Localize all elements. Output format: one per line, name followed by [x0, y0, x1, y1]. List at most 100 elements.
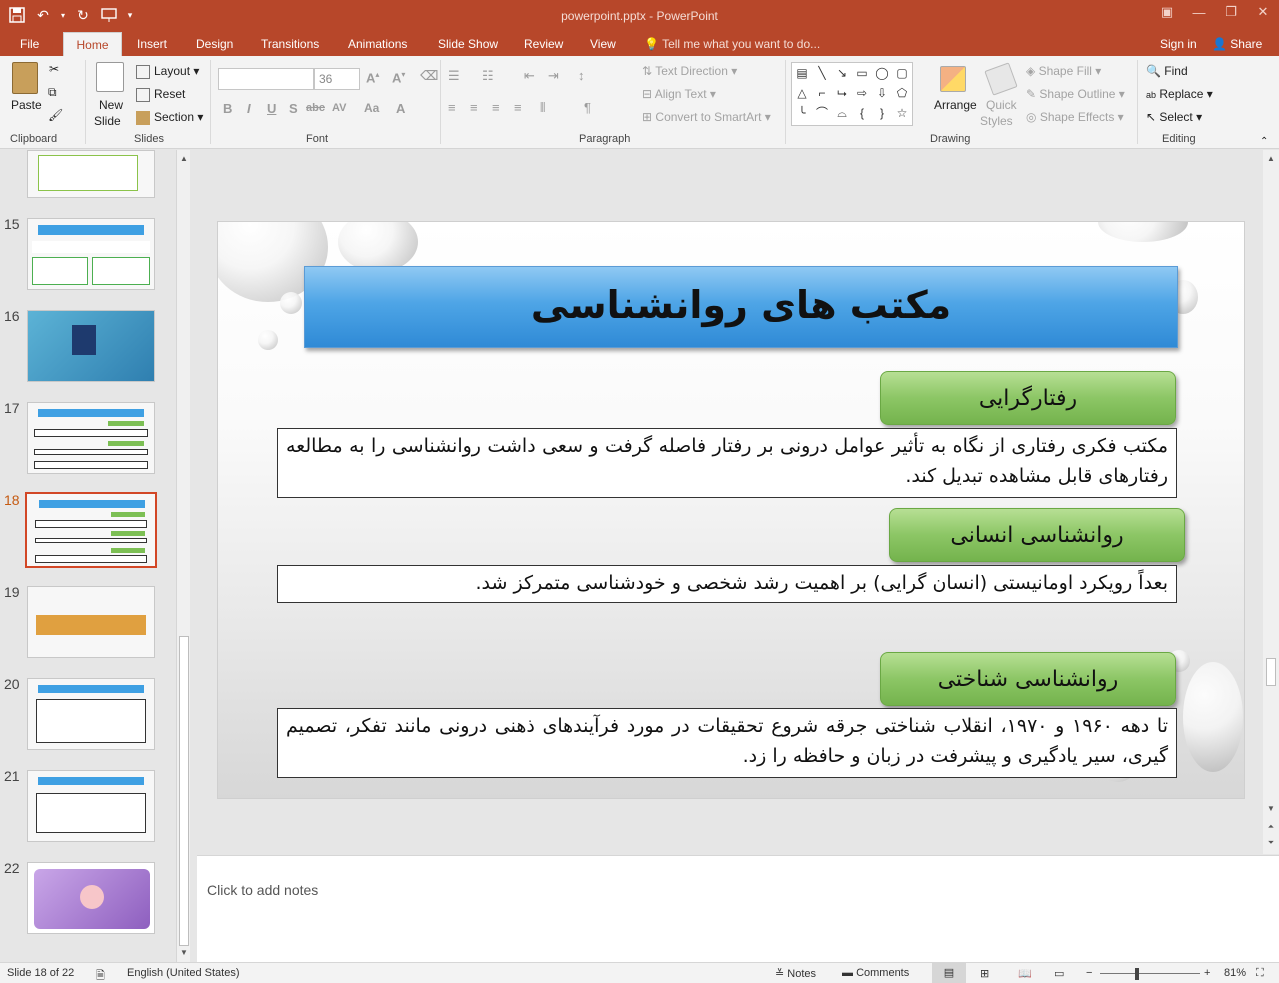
zoom-out-icon[interactable]: − — [1086, 967, 1092, 979]
slide-thumbnail[interactable] — [27, 586, 155, 658]
scroll-up-icon[interactable]: ▲ — [1264, 152, 1278, 166]
collapse-ribbon-icon[interactable]: ⌃ — [1260, 136, 1268, 147]
zoom-slider[interactable] — [1100, 973, 1200, 974]
character-spacing-button[interactable]: AV — [332, 102, 346, 114]
next-slide-icon[interactable]: ⏷ — [1264, 836, 1278, 850]
brace-left-shape-icon[interactable]: { — [854, 105, 870, 121]
section-body[interactable]: بعداً رویکرد اومانیستی (انسان گرایی) بر … — [277, 565, 1177, 603]
reset-button[interactable]: Reset — [136, 87, 185, 102]
align-center-icon[interactable]: ≡ — [470, 100, 478, 115]
brace-right-shape-icon[interactable]: } — [874, 105, 890, 121]
shrink-font-icon[interactable]: A▾ — [392, 70, 405, 85]
format-painter-icon[interactable]: 🖌 — [48, 108, 63, 122]
section-button[interactable]: Section ▾ — [136, 110, 203, 125]
reading-view-icon[interactable]: 📖 — [1018, 967, 1032, 980]
more-shapes-icon[interactable]: ⬠ — [894, 85, 910, 101]
copy-icon[interactable]: ⧉ — [48, 85, 57, 100]
rectangle-shape-icon[interactable]: ▭ — [854, 65, 870, 81]
grow-font-icon[interactable]: A▴ — [366, 70, 379, 85]
slide-sorter-icon[interactable]: ⊞ — [980, 967, 989, 980]
slide-thumbnail[interactable] — [27, 150, 155, 198]
quick-styles-label-2[interactable]: Styles — [980, 114, 1013, 128]
slide-show-icon[interactable]: ▭ — [1054, 967, 1064, 980]
section-heading-box[interactable]: روانشناسی انسانی — [889, 508, 1185, 562]
underline-button[interactable]: U — [267, 101, 276, 116]
find-button[interactable]: 🔍 Find — [1146, 64, 1188, 78]
change-case-button[interactable]: Aa — [364, 101, 379, 115]
slide-thumbnail-selected[interactable] — [25, 492, 157, 568]
restore-icon[interactable]: ❐ — [1215, 0, 1247, 24]
rounded-rect-shape-icon[interactable]: ▢ — [894, 65, 910, 81]
tab-view[interactable]: View — [580, 32, 626, 56]
italic-button[interactable]: I — [247, 101, 251, 116]
paste-button[interactable]: Paste — [11, 98, 42, 112]
previous-slide-icon[interactable]: ⏶ — [1264, 820, 1278, 834]
right-arrow-shape-icon[interactable]: ⇨ — [854, 85, 870, 101]
tab-review[interactable]: Review — [514, 32, 573, 56]
convert-smartart-button[interactable]: ⊞ Convert to SmartArt ▾ — [642, 110, 771, 124]
font-size-input[interactable]: 36 — [314, 68, 360, 90]
shape-fill-button[interactable]: ◈ Shape Fill ▾ — [1026, 64, 1101, 78]
triangle-shape-icon[interactable]: △ — [794, 85, 810, 101]
arc-shape-icon[interactable]: ⌓ — [834, 105, 850, 121]
arrange-icon[interactable] — [940, 66, 966, 92]
text-direction-button[interactable]: ⇅ Text Direction ▾ — [642, 64, 737, 78]
tab-file[interactable]: File — [10, 32, 49, 56]
font-name-input[interactable] — [218, 68, 314, 90]
strikethrough-button[interactable]: abc — [306, 102, 325, 114]
normal-view-icon[interactable]: ▤ — [932, 963, 966, 983]
section-heading-box[interactable]: رفتارگرایی — [880, 371, 1176, 425]
new-slide-icon[interactable] — [96, 62, 124, 92]
tab-home[interactable]: Home — [63, 32, 122, 56]
minimize-icon[interactable]: — — [1183, 0, 1215, 24]
zoom-slider-thumb[interactable] — [1135, 968, 1139, 980]
replace-button[interactable]: ab Replace ▾ — [1146, 87, 1213, 101]
slide-title-box[interactable]: مکتب های روانشناسی — [304, 266, 1178, 348]
layout-button[interactable]: Layout ▾ — [136, 64, 199, 79]
tab-insert[interactable]: Insert — [127, 32, 177, 56]
font-color-icon[interactable]: A — [396, 101, 405, 116]
line-shape-icon[interactable]: ╲ — [814, 65, 830, 81]
tab-transitions[interactable]: Transitions — [251, 32, 329, 56]
slide-thumbnail[interactable] — [27, 770, 155, 842]
paste-icon[interactable] — [12, 62, 38, 94]
notes-pane[interactable]: Click to add notes — [197, 855, 1279, 962]
line-spacing-icon[interactable]: ↕ — [578, 68, 585, 83]
shape-outline-button[interactable]: ✎ Shape Outline ▾ — [1026, 87, 1125, 101]
align-left-icon[interactable]: ≡ — [448, 100, 456, 115]
scroll-down-icon[interactable]: ▼ — [1264, 802, 1278, 816]
section-body[interactable]: تا دهه ۱۹۶۰ و ۱۹۷۰، انقلاب شناختی جرقه ش… — [277, 708, 1177, 778]
cut-icon[interactable]: ✂ — [49, 62, 59, 76]
numbering-icon[interactable]: ☷ — [482, 68, 494, 84]
slide-thumbnail[interactable] — [27, 310, 155, 382]
slide-thumbnail[interactable] — [27, 218, 155, 290]
shapes-gallery[interactable]: ▤ ╲ ↘ ▭ ◯ ▢ △ ⌐ ⮡ ⇨ ⇩ ⬠ ╰ ⌒ ⌓ { } ☆ — [791, 62, 913, 126]
tab-animations[interactable]: Animations — [338, 32, 417, 56]
zoom-in-icon[interactable]: + — [1204, 967, 1210, 979]
quick-styles-label-1[interactable]: Quick — [986, 98, 1017, 112]
decrease-indent-icon[interactable]: ⇤ — [524, 68, 535, 84]
ribbon-display-options-icon[interactable]: ▣ — [1151, 0, 1183, 24]
align-text-button[interactable]: ⊟ Align Text ▾ — [642, 87, 716, 101]
close-icon[interactable]: ✕ — [1247, 0, 1279, 24]
rtl-icon[interactable]: ¶ — [584, 100, 591, 115]
tab-design[interactable]: Design — [186, 32, 243, 56]
elbow-arrow-shape-icon[interactable]: ⮡ — [834, 85, 850, 101]
quick-styles-icon[interactable] — [984, 62, 1018, 96]
language-indicator[interactable]: English (United States) — [127, 967, 240, 979]
tell-me-search[interactable]: 💡 Tell me what you want to do... — [644, 32, 820, 56]
slide-thumbnail[interactable] — [27, 402, 155, 474]
spell-check-icon[interactable]: 🗎 — [96, 967, 105, 983]
scroll-up-icon[interactable]: ▲ — [177, 152, 191, 166]
increase-indent-icon[interactable]: ⇥ — [548, 68, 559, 84]
elbow-shape-icon[interactable]: ⌐ — [814, 85, 830, 101]
slide-scroll-thumb[interactable] — [1266, 658, 1276, 686]
align-right-icon[interactable]: ≡ — [492, 100, 500, 115]
justify-icon[interactable]: ≡ — [514, 100, 522, 115]
sign-in-link[interactable]: Sign in — [1160, 32, 1197, 56]
arrange-button[interactable]: Arrange — [934, 98, 977, 112]
scroll-down-icon[interactable]: ▼ — [177, 946, 191, 960]
section-heading-box[interactable]: روانشناسی شناختی — [880, 652, 1176, 706]
textbox-shape-icon[interactable]: ▤ — [794, 65, 810, 81]
bold-button[interactable]: B — [223, 101, 232, 116]
